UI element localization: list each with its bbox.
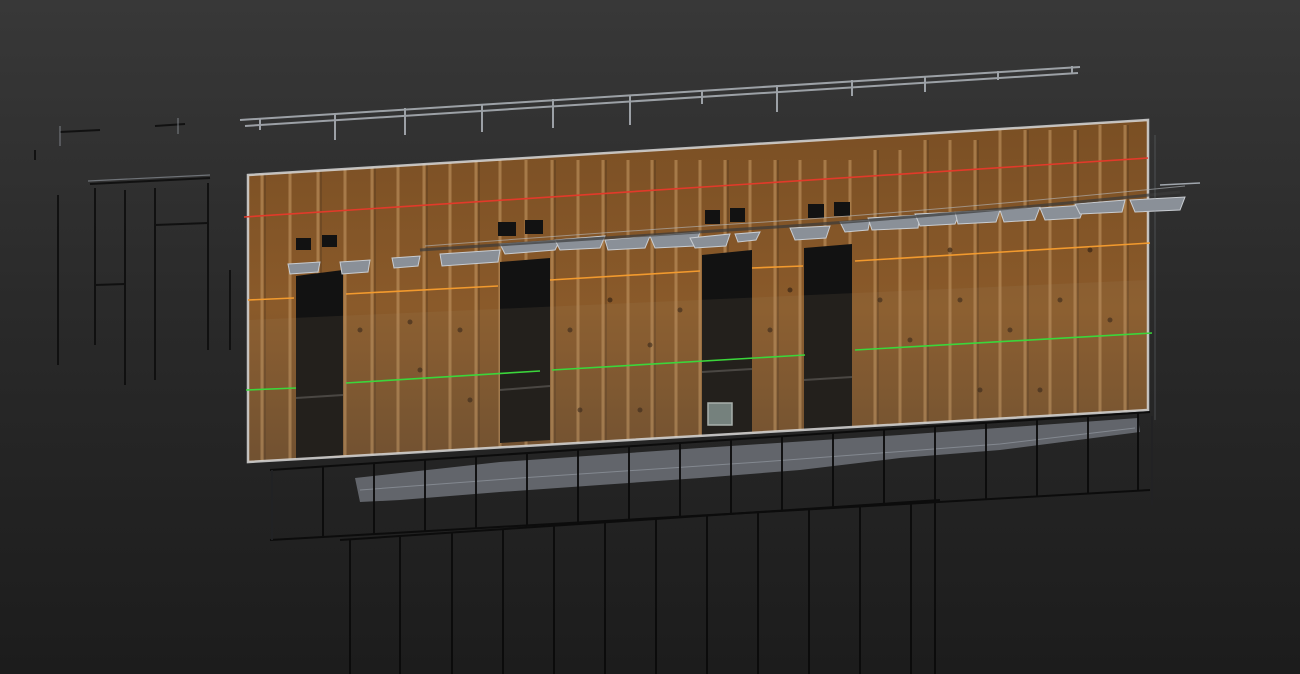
- point-cloud-viewport[interactable]: [0, 0, 1300, 674]
- left-framing-outline: [34, 123, 231, 385]
- point-cloud-scene[interactable]: [0, 0, 1300, 674]
- scanned-wall[interactable]: [246, 118, 1150, 470]
- ceiling-beam: [239, 66, 1081, 140]
- left-framing-points: [59, 118, 211, 182]
